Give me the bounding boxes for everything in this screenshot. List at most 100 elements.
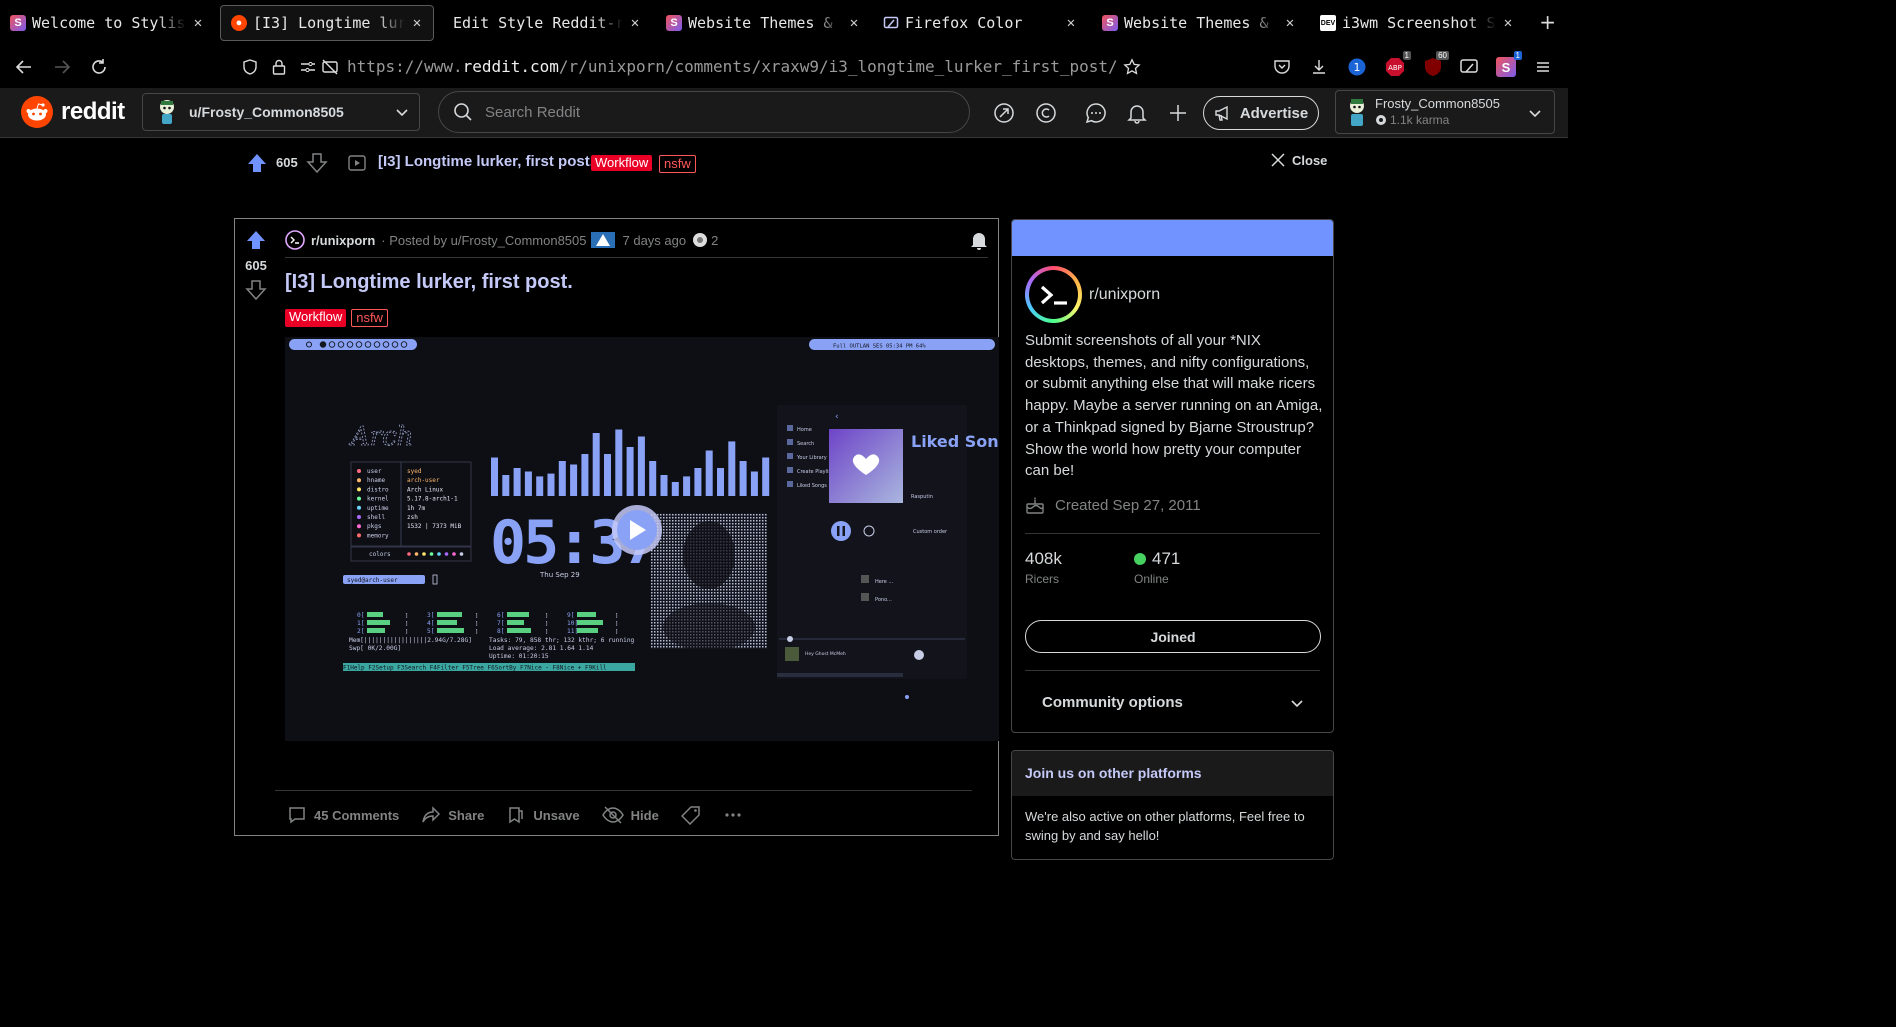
autoplay-blocked-icon[interactable] [318, 55, 342, 79]
password-manager-icon[interactable]: 1 [1345, 55, 1369, 79]
flair-workflow[interactable]: Workflow [285, 309, 347, 327]
post-actions: 45 Comments Share Unsave Hide [287, 805, 765, 825]
fetch-value: zsh [407, 514, 418, 521]
back-icon[interactable] [12, 55, 36, 79]
close-icon[interactable]: ✕ [409, 15, 425, 31]
subreddit-icon[interactable] [285, 230, 305, 250]
close-icon[interactable]: ✕ [846, 15, 862, 31]
subreddit-link[interactable]: r/unixporn [311, 233, 375, 248]
badge: 1 [1402, 51, 1411, 60]
fetch-key: kernel [367, 496, 389, 503]
unsave-button[interactable]: Unsave [506, 805, 580, 825]
tab-edit-style[interactable]: Edit Style Reddit-rice ✕ [437, 5, 651, 41]
fetch-key-icon [357, 478, 361, 483]
pocket-icon[interactable] [1270, 55, 1294, 79]
tab-firefox-color[interactable]: Firefox Color ✕ [873, 5, 1087, 41]
post-sticky-bar: 605 [I3] Longtime lurker, first post. Wo… [0, 139, 1568, 187]
karma-icon [1376, 115, 1386, 125]
upvote-icon[interactable] [246, 152, 268, 174]
color-swatch [414, 552, 419, 556]
search-input[interactable]: Search Reddit [438, 91, 970, 133]
member-label: Ricers [1025, 572, 1060, 586]
hide-button[interactable]: Hide [601, 805, 659, 825]
post-meta: r/unixporn · Posted by u/Frosty_Common85… [285, 230, 718, 250]
visualizer-bar [615, 429, 623, 496]
tab-welcome-stylish[interactable]: S Welcome to Stylish ✕ [0, 5, 214, 41]
close-icon[interactable]: ✕ [1063, 15, 1079, 31]
close-icon[interactable]: ✕ [190, 15, 206, 31]
chevron-down-icon [395, 105, 409, 119]
community-options-toggle[interactable]: Community options [1042, 694, 1304, 711]
joined-button[interactable]: Joined [1025, 620, 1321, 653]
more-dots-icon [725, 813, 741, 817]
fetch-key: shell [367, 514, 385, 521]
htop-mem: Mem[|||||||||||||||||2.94G/7.28G] [349, 637, 472, 644]
reload-icon[interactable] [87, 55, 111, 79]
create-post-plus-icon[interactable] [1166, 101, 1190, 125]
tag-button[interactable] [680, 805, 701, 825]
posted-by[interactable]: · Posted by u/Frosty_Common8505 [381, 233, 586, 248]
advertise-button[interactable]: Advertise [1203, 96, 1319, 130]
post-title[interactable]: [I3] Longtime lurker, first post. [285, 271, 573, 294]
community-icon[interactable] [1025, 266, 1082, 323]
ublock-shield-icon[interactable]: 60 [1421, 51, 1449, 79]
community-name[interactable]: r/unixporn [1089, 286, 1160, 304]
more-options-button[interactable] [723, 805, 743, 825]
url-bar[interactable]: https://www.reddit.com/r/unixporn/commen… [347, 57, 1118, 76]
share-button[interactable]: Share [421, 805, 484, 825]
firefox-color-ext-icon[interactable] [1457, 55, 1481, 79]
visualizer-bar [717, 468, 724, 496]
tab-reddit-post[interactable]: ● [I3] Longtime lurker, first post. ✕ [220, 5, 434, 41]
reddit-wordmark[interactable]: reddit [61, 98, 125, 126]
search-icon [453, 102, 473, 122]
other-platforms-card: Join us on other platforms We're also ac… [1011, 750, 1334, 860]
downloads-icon[interactable] [1307, 55, 1331, 79]
notifications-bell-icon[interactable] [1125, 101, 1149, 125]
firefox-color-icon [883, 15, 899, 31]
hamburger-menu-icon[interactable] [1531, 55, 1555, 79]
lock-icon[interactable] [267, 55, 291, 79]
bookmark-star-icon[interactable] [1120, 55, 1144, 79]
downvote-icon[interactable] [306, 152, 328, 174]
forward-icon[interactable] [50, 55, 74, 79]
music-nav-icon [787, 481, 793, 487]
new-tab-icon[interactable]: + [1539, 10, 1556, 34]
platforms-text: We're also active on other platforms, Fe… [1025, 809, 1305, 843]
permissions-icon[interactable] [296, 55, 320, 79]
htop-uptime: Uptime: 01:20:15 [489, 653, 549, 660]
close-icon[interactable]: ✕ [1500, 15, 1516, 31]
close-icon[interactable]: ✕ [627, 15, 643, 31]
stylus-ext-icon[interactable]: S 1 [1494, 51, 1522, 79]
post-media-video[interactable]: Full OUTLAN SES 05:34 PM 64% Arch user sy… [285, 337, 999, 741]
community-description: Submit screenshots of all your *NIX desk… [1025, 332, 1323, 480]
chat-icon[interactable] [1084, 101, 1108, 125]
adblock-icon[interactable]: ABP 1 [1383, 51, 1411, 79]
tab-website-themes[interactable]: S Website Themes & Skins ✕ [656, 5, 870, 41]
flair-nsfw: nsfw [659, 155, 696, 173]
visualizer-bar [683, 476, 691, 496]
fetch-key: hname [367, 477, 385, 484]
close-icon[interactable]: ✕ [1282, 15, 1298, 31]
workspace-dot [319, 341, 327, 348]
downvote-icon[interactable] [245, 279, 267, 301]
user-dropdown[interactable]: Frosty_Common8505 1.1k karma [1335, 90, 1555, 134]
fetch-key-icon [357, 505, 361, 510]
tab-website-themes-2[interactable]: S Website Themes & Skins ✕ [1092, 5, 1306, 41]
upvote-icon[interactable] [245, 229, 267, 251]
home-dropdown[interactable]: u/Frosty_Common8505 [142, 93, 420, 131]
popular-icon[interactable] [992, 101, 1016, 125]
visualizer-bar [728, 441, 736, 496]
tracking-shield-icon[interactable] [238, 55, 262, 79]
award-icon[interactable] [692, 232, 708, 248]
comments-button[interactable]: 45 Comments [287, 805, 399, 825]
tab-i3wm-showcase[interactable]: DEV i3wm Screenshot Showcase ✕ [1310, 5, 1524, 41]
follow-post-bell-icon[interactable] [968, 229, 990, 251]
reddit-logo-icon[interactable] [21, 96, 53, 128]
flair-workflow[interactable]: Workflow [591, 155, 653, 171]
post-time[interactable]: 7 days ago [623, 233, 687, 248]
coins-icon[interactable] [1034, 101, 1058, 125]
playlist-title: Liked Songs [911, 432, 999, 451]
music-nav-icon [787, 467, 793, 473]
close-button[interactable]: Close [1270, 152, 1327, 168]
post-bar-title[interactable]: [I3] Longtime lurker, first post. [378, 153, 594, 170]
